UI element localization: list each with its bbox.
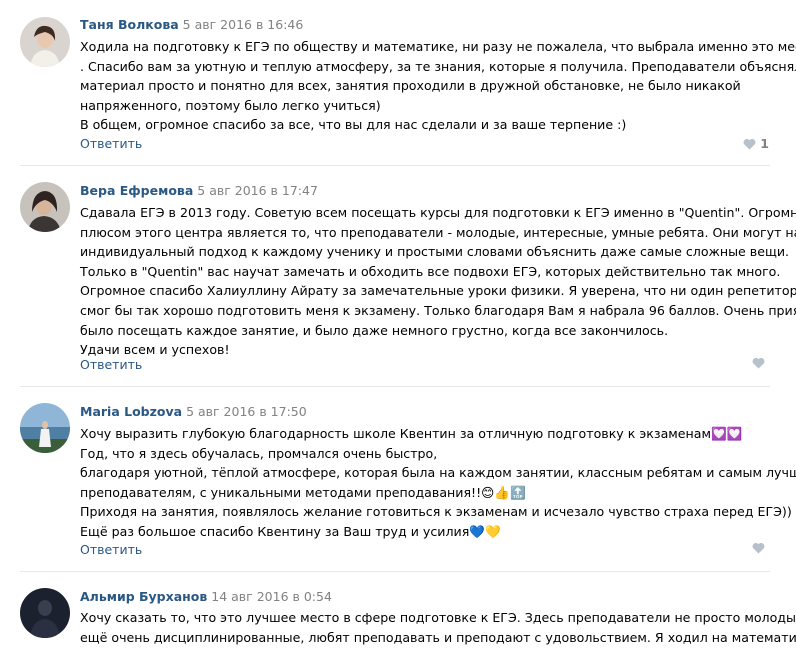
- heart-icon: [752, 357, 765, 369]
- comment-text: Ходила на подготовку к ЕГЭ по обществу и…: [80, 37, 796, 135]
- text-line: благодаря уютной, тёплой атмосфере, кото…: [80, 465, 796, 481]
- text-line: Огромное спасибо Халиуллину Айрату за за…: [80, 283, 796, 299]
- text-line: Ходила на подготовку к ЕГЭ по обществу и…: [80, 39, 796, 54]
- comment-date[interactable]: 5 авг 2016 в 17:50: [186, 404, 307, 419]
- comment-header: Maria Lobzova 5 авг 2016 в 17:50: [80, 404, 307, 420]
- text-line: напряженного, поэтому было легко учиться…: [80, 97, 381, 113]
- author-name[interactable]: Maria Lobzova: [80, 404, 182, 419]
- comment-header: Альмир Бурханов 14 авг 2016 в 0:54: [80, 589, 332, 605]
- comment-date[interactable]: 5 авг 2016 в 17:47: [197, 183, 318, 198]
- text-line: Ещё раз большое спасибо Квентину за Ваш …: [80, 523, 501, 539]
- text-line: материал просто и понятно для всех, заня…: [80, 78, 741, 94]
- comment-text: Сдавала ЕГЭ в 2013 году. Советую всем по…: [80, 203, 796, 360]
- heart-icon: [743, 138, 756, 150]
- comment-text: Хочу выразить глубокую благодарность шко…: [80, 424, 796, 542]
- author-name[interactable]: Альмир Бурханов: [80, 589, 207, 604]
- divider: [20, 386, 770, 387]
- text-line: Хочу сказать то, что это лучшее место в …: [80, 610, 796, 625]
- text-line: Только в "Quentin" вас научат замечать и…: [80, 263, 781, 279]
- author-name[interactable]: Таня Волкова: [80, 17, 179, 32]
- author-name[interactable]: Вера Ефремова: [80, 183, 193, 198]
- avatar[interactable]: [20, 17, 70, 67]
- like-button[interactable]: 1: [743, 136, 769, 152]
- comment-text: Хочу сказать то, что это лучшее место в …: [80, 608, 796, 647]
- divider: [20, 165, 770, 166]
- text-line: Удачи всем и успехов!: [80, 342, 230, 358]
- text-line: Год, что я здесь обучалась, промчался оч…: [80, 445, 438, 461]
- reply-button[interactable]: Ответить: [80, 542, 142, 558]
- text-line: Сдавала ЕГЭ в 2013 году. Советую всем по…: [80, 205, 796, 220]
- text-line: индивидуальный подход к каждому ученику …: [80, 244, 790, 260]
- text-line: было посещать каждое занятие, и было даж…: [80, 322, 669, 338]
- avatar[interactable]: [20, 588, 70, 638]
- comment-header: Таня Волкова 5 авг 2016 в 16:46: [80, 17, 303, 33]
- avatar[interactable]: [20, 182, 70, 232]
- text-line: ещё очень дисциплинированные, любят преп…: [80, 629, 796, 645]
- text-line: Хочу выразить глубокую благодарность шко…: [80, 426, 743, 441]
- text-line: Приходя на занятия, появлялось желание г…: [80, 504, 792, 520]
- comment-date[interactable]: 14 авг 2016 в 0:54: [211, 589, 332, 604]
- avatar[interactable]: [20, 403, 70, 453]
- text-line: В общем, огромное спасибо за все, что вы…: [80, 117, 627, 133]
- divider: [20, 571, 770, 572]
- comment-date[interactable]: 5 авг 2016 в 16:46: [183, 17, 304, 32]
- text-line: плюсом этого центра является то, что пре…: [80, 224, 796, 240]
- text-line: смог бы так хорошо подготовить меня к эк…: [80, 302, 796, 318]
- like-count: 1: [760, 136, 769, 151]
- reply-button[interactable]: Ответить: [80, 136, 142, 152]
- comment-header: Вера Ефремова 5 авг 2016 в 17:47: [80, 183, 318, 199]
- like-button[interactable]: [752, 542, 769, 554]
- reply-button[interactable]: Ответить: [80, 357, 142, 373]
- heart-icon: [752, 542, 765, 554]
- text-line: . Спасибо вам за уютную и теплую атмосфе…: [80, 58, 796, 74]
- like-button[interactable]: [752, 357, 769, 369]
- text-line: преподавателям, с уникальными методами п…: [80, 484, 526, 500]
